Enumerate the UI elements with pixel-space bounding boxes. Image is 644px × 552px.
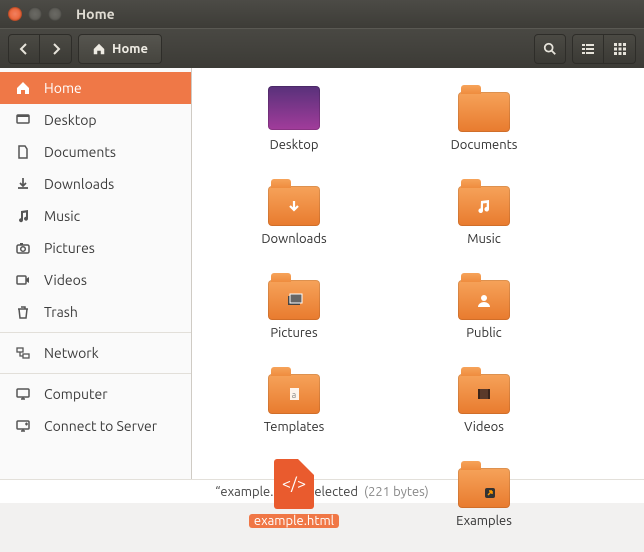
forward-button[interactable]: [40, 34, 72, 64]
file-label: Examples: [456, 514, 512, 528]
network-icon: [14, 344, 32, 362]
sidebar-item-trash[interactable]: Trash: [0, 296, 191, 328]
sidebar-item-label: Network: [44, 345, 99, 361]
folder-download-icon: [266, 176, 322, 228]
content-area: Home Desktop Documents Downloads Music Pictur…: [0, 68, 644, 479]
back-button[interactable]: [8, 34, 40, 64]
desktop-icon: [14, 111, 32, 129]
file-item[interactable]: </> example.html: [204, 458, 384, 552]
folder-music-icon: [456, 176, 512, 228]
toolbar: Home: [0, 28, 644, 68]
sidebar-item-music[interactable]: Music: [0, 200, 191, 232]
breadcrumb-label: Home: [112, 42, 148, 56]
music-icon: [14, 207, 32, 225]
titlebar: Home: [0, 0, 644, 28]
sidebar-item-label: Videos: [44, 272, 87, 288]
file-label: Music: [467, 232, 501, 246]
window-close-button[interactable]: [8, 7, 22, 21]
folder-link-icon: [456, 458, 512, 510]
view-list-button[interactable]: [572, 34, 604, 64]
htmlfile-icon: </>: [266, 458, 322, 510]
file-label: Public: [466, 326, 501, 340]
download-icon: [14, 175, 32, 193]
sidebar-item-label: Computer: [44, 386, 108, 402]
file-item[interactable]: Public: [394, 270, 574, 364]
sidebar-item-label: Connect to Server: [44, 418, 157, 434]
window-minimize-button[interactable]: [28, 7, 42, 21]
sidebar-separator: [0, 332, 191, 333]
file-item[interactable]: Desktop: [204, 82, 384, 176]
breadcrumb-home[interactable]: Home: [78, 34, 162, 64]
sidebar-item-documents[interactable]: Documents: [0, 136, 191, 168]
status-meta: (221 bytes): [364, 485, 429, 499]
sidebar-item-network[interactable]: Network: [0, 337, 191, 369]
home-icon: [14, 79, 32, 97]
sidebar-separator: [0, 373, 191, 374]
file-label: Documents: [451, 138, 518, 152]
file-item[interactable]: Music: [394, 176, 574, 270]
sidebar-item-label: Home: [44, 80, 82, 96]
sidebar-item-label: Desktop: [44, 112, 97, 128]
file-grid[interactable]: Desktop Documents Downloads Music Pictures Pu…: [192, 68, 644, 479]
sidebar-item-home[interactable]: Home: [0, 72, 191, 104]
sidebar-item-label: Trash: [44, 304, 78, 320]
folder-public-icon: [456, 270, 512, 322]
video-icon: [14, 271, 32, 289]
server-icon: [14, 417, 32, 435]
file-item[interactable]: Downloads: [204, 176, 384, 270]
file-label: Pictures: [270, 326, 317, 340]
file-label: Templates: [264, 420, 325, 434]
folder-icon: [456, 82, 512, 134]
folder-pictures-icon: [266, 270, 322, 322]
file-label: Videos: [464, 420, 504, 434]
sidebar-item-computer[interactable]: Computer: [0, 378, 191, 410]
file-item[interactable]: Videos: [394, 364, 574, 458]
file-label: example.html: [249, 514, 339, 528]
sidebar-item-videos[interactable]: Videos: [0, 264, 191, 296]
sidebar: Home Desktop Documents Downloads Music Pictur…: [0, 68, 192, 479]
window-title: Home: [76, 6, 115, 22]
sidebar-item-downloads[interactable]: Downloads: [0, 168, 191, 200]
file-item[interactable]: Documents: [394, 82, 574, 176]
sidebar-item-label: Pictures: [44, 240, 95, 256]
window-maximize-button[interactable]: [48, 7, 62, 21]
file-item[interactable]: Examples: [394, 458, 574, 552]
sidebar-item-pictures[interactable]: Pictures: [0, 232, 191, 264]
trash-icon: [14, 303, 32, 321]
search-button[interactable]: [534, 34, 566, 64]
sidebar-item-label: Downloads: [44, 176, 114, 192]
view-grid-button[interactable]: [604, 34, 636, 64]
document-icon: [14, 143, 32, 161]
camera-icon: [14, 239, 32, 257]
file-label: Downloads: [261, 232, 326, 246]
file-label: Desktop: [270, 138, 319, 152]
file-item[interactable]: Pictures: [204, 270, 384, 364]
folder-videos-icon: [456, 364, 512, 416]
folder-templates-icon: a: [266, 364, 322, 416]
computer-icon: [14, 385, 32, 403]
sidebar-item-desktop[interactable]: Desktop: [0, 104, 191, 136]
sidebar-item-connect-to-server[interactable]: Connect to Server: [0, 410, 191, 442]
sidebar-item-label: Documents: [44, 144, 116, 160]
svg-text:a: a: [292, 390, 297, 400]
sidebar-item-label: Music: [44, 208, 80, 224]
file-item[interactable]: a Templates: [204, 364, 384, 458]
wallpaper-icon: [266, 82, 322, 134]
